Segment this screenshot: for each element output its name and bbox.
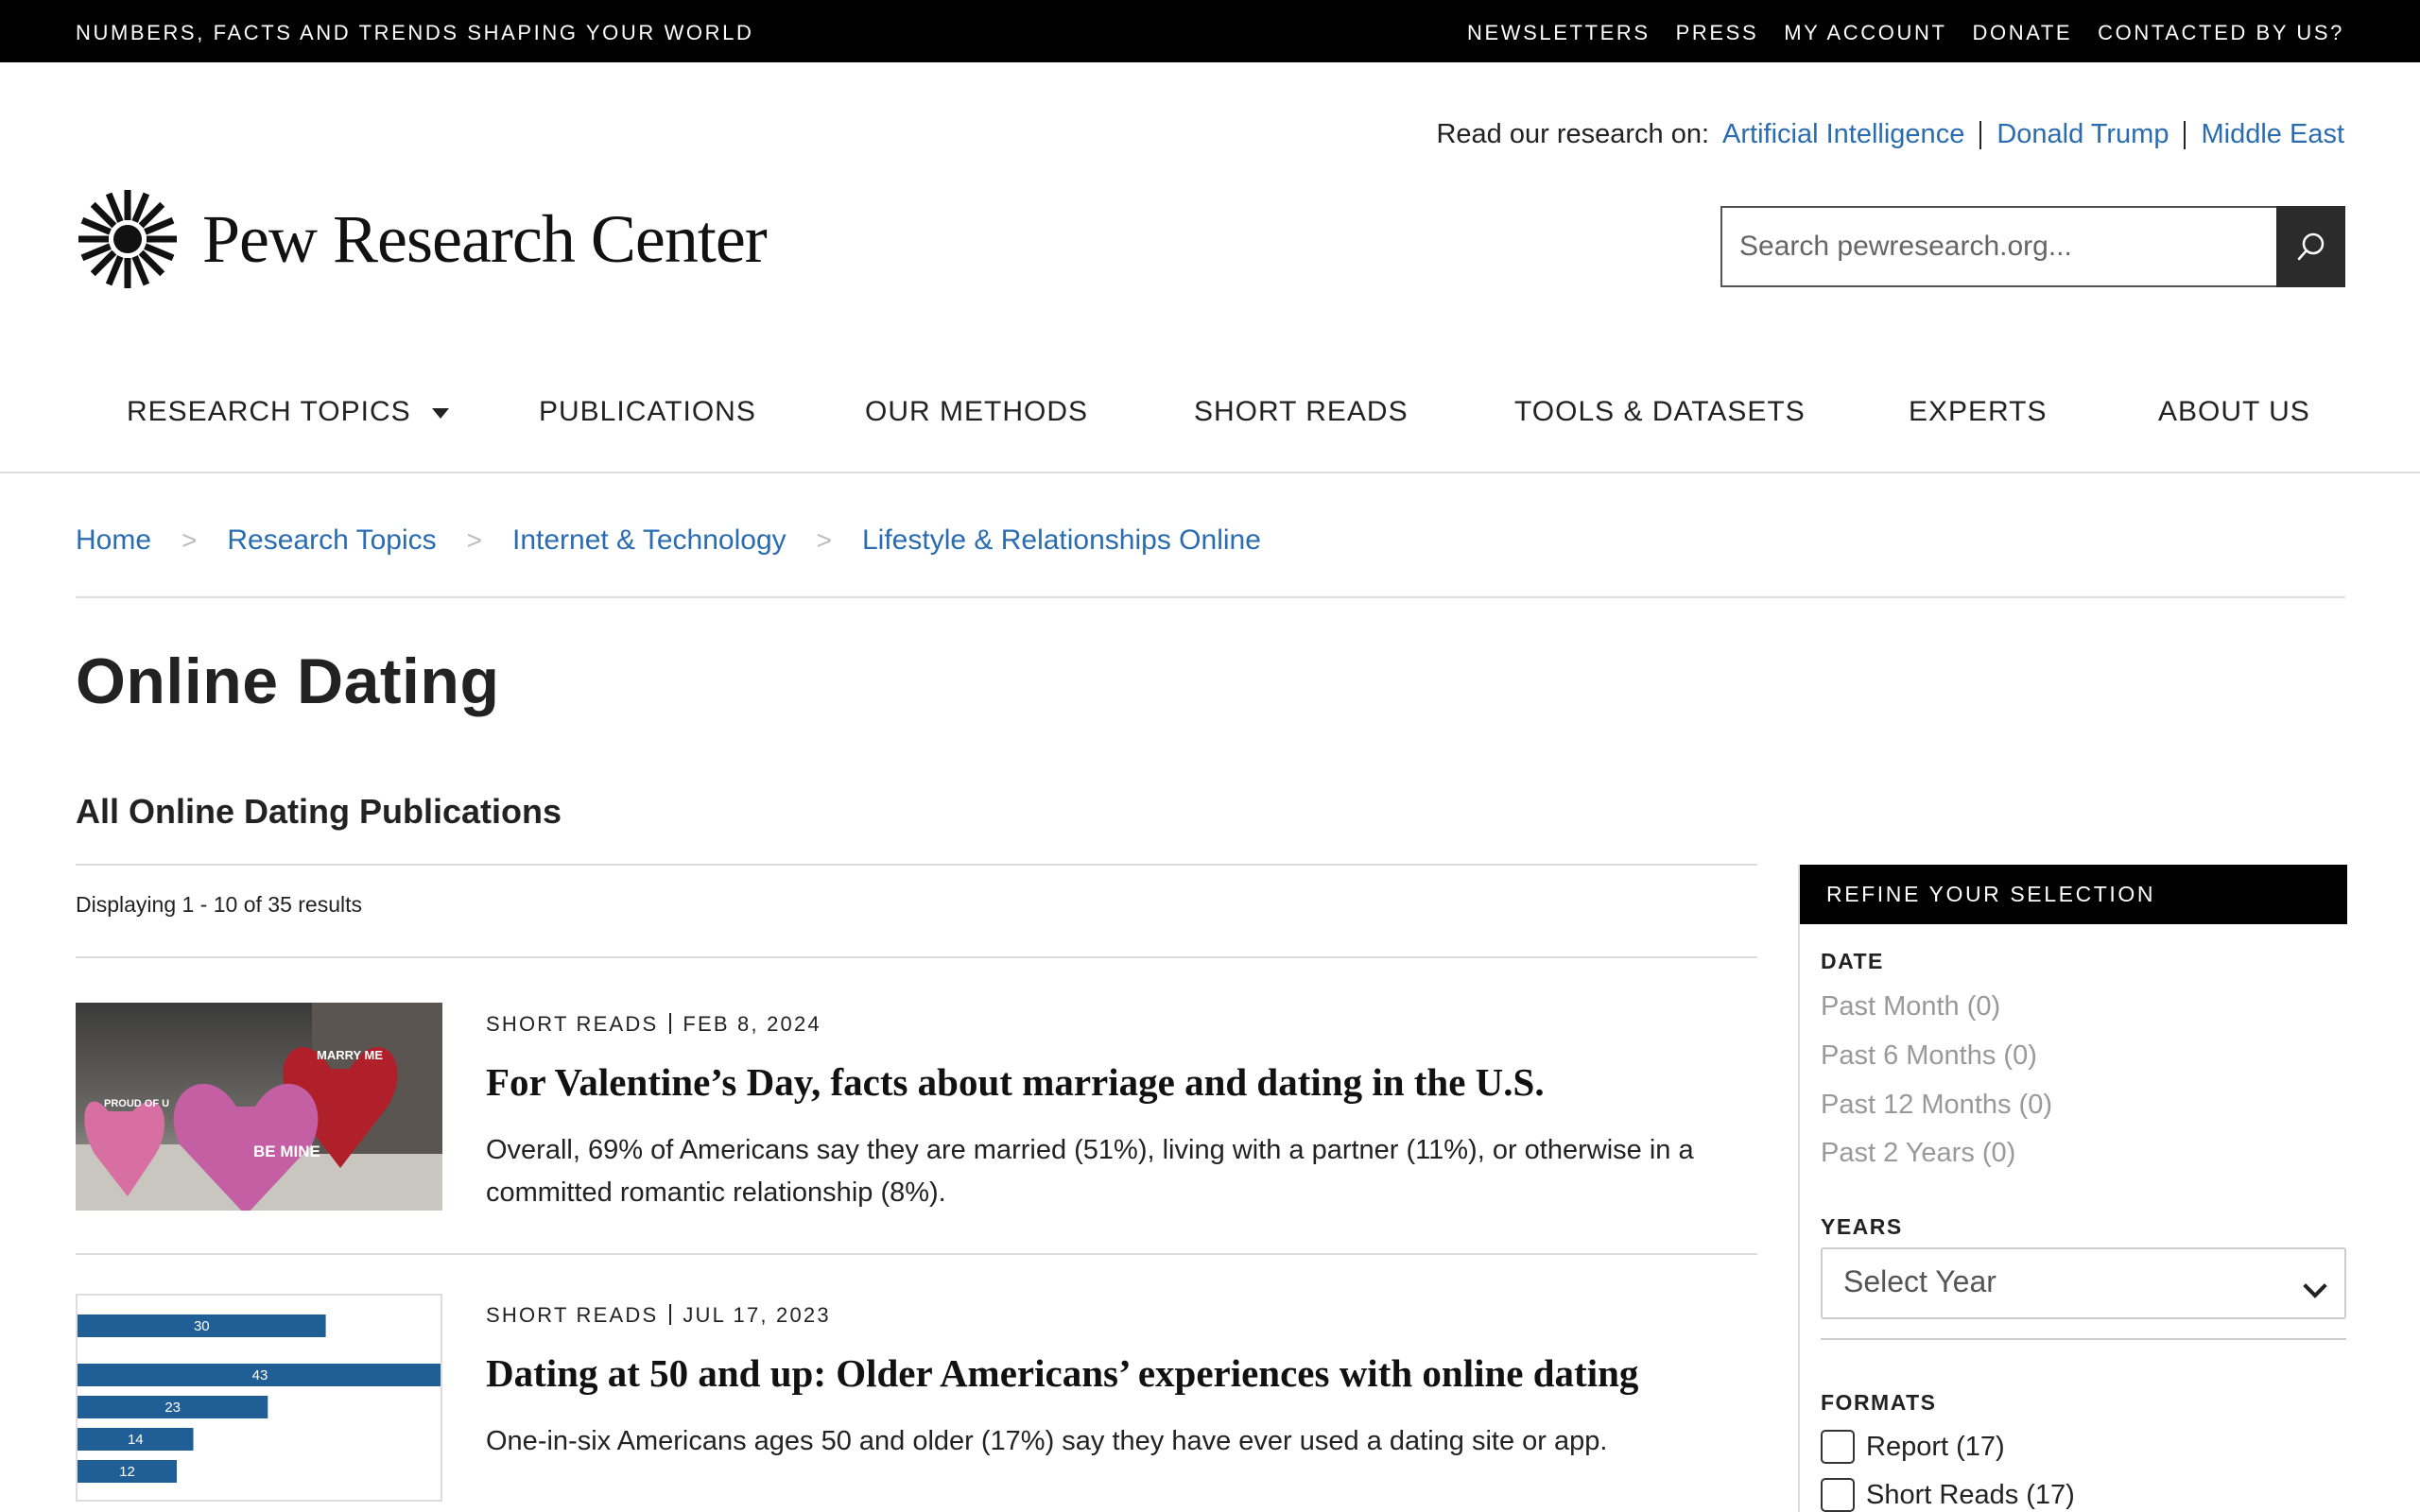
divider bbox=[76, 956, 1757, 958]
search-input[interactable] bbox=[1720, 206, 2276, 287]
divider bbox=[2184, 120, 2187, 149]
read-our-research: Read our research on: Artificial Intelli… bbox=[1436, 119, 2344, 150]
search-icon bbox=[2297, 232, 2324, 261]
site-logo[interactable]: Pew Research Center bbox=[76, 187, 768, 291]
format-label: Report (17) bbox=[1866, 1431, 2005, 1462]
nav-experts[interactable]: EXPERTS bbox=[1909, 396, 2048, 428]
pew-logo-icon bbox=[78, 190, 177, 288]
breadcrumb-home[interactable]: Home bbox=[76, 524, 151, 557]
bar-chart-thumbnail: 30 43 23 14 12 bbox=[78, 1314, 441, 1483]
year-select-value: Select Year bbox=[1843, 1264, 1996, 1298]
refine-sidebar: REFINE YOUR SELECTION DATE Past Month (0… bbox=[1798, 865, 2347, 1512]
breadcrumb-lifestyle-relationships[interactable]: Lifestyle & Relationships Online bbox=[862, 524, 1261, 557]
nav-our-methods[interactable]: OUR METHODS bbox=[865, 396, 1088, 428]
topic-link-trump[interactable]: Donald Trump bbox=[1996, 119, 2169, 150]
newsletters-link[interactable]: NEWSLETTERS bbox=[1467, 21, 1651, 45]
formats-filter-label: FORMATS bbox=[1821, 1390, 1937, 1415]
chart-bar-label: 14 bbox=[128, 1432, 144, 1448]
sidebar-heading: REFINE YOUR SELECTION bbox=[1800, 865, 2347, 924]
year-select[interactable]: Select Year bbox=[1821, 1247, 2346, 1319]
results-count: Displaying 1 - 10 of 35 results bbox=[76, 892, 362, 917]
result-meta: SHORT READS FEB 8, 2024 bbox=[486, 1012, 821, 1037]
logo-wordmark: Pew Research Center bbox=[202, 200, 768, 277]
date-option-past-month[interactable]: Past Month (0) bbox=[1821, 991, 2000, 1022]
topic-link-middle-east[interactable]: Middle East bbox=[2201, 119, 2344, 150]
nav-tools-datasets[interactable]: TOOLS & DATASETS bbox=[1514, 396, 1806, 428]
thumb-text: MARRY ME bbox=[317, 1048, 383, 1062]
divider bbox=[1821, 1338, 2346, 1340]
contacted-by-us-link[interactable]: CONTACTED BY US? bbox=[2098, 21, 2344, 45]
breadcrumb-separator: > bbox=[816, 525, 832, 555]
result-thumbnail[interactable]: MARRY ME PROUD OF U BE MINE bbox=[76, 1003, 442, 1211]
main-navigation: RESEARCH TOPICS PUBLICATIONS OUR METHODS… bbox=[0, 373, 2420, 473]
date-option-past-6-months[interactable]: Past 6 Months (0) bbox=[1821, 1040, 2037, 1072]
divider bbox=[669, 1013, 672, 1034]
valentine-hearts-image: MARRY ME PROUD OF U BE MINE bbox=[76, 1003, 442, 1211]
nav-publications[interactable]: PUBLICATIONS bbox=[539, 396, 756, 428]
caret-down-icon bbox=[431, 407, 449, 419]
breadcrumb-separator: > bbox=[466, 525, 482, 555]
result-thumbnail[interactable]: 30 43 23 14 12 bbox=[76, 1294, 442, 1502]
breadcrumb: Home > Research Topics > Internet & Tech… bbox=[76, 524, 1261, 557]
checkbox-icon[interactable] bbox=[1821, 1430, 1855, 1464]
breadcrumb-internet-technology[interactable]: Internet & Technology bbox=[512, 524, 786, 557]
result-date: FEB 8, 2024 bbox=[683, 1012, 821, 1036]
format-checkbox-report[interactable]: Report (17) bbox=[1821, 1430, 2005, 1464]
breadcrumb-separator: > bbox=[182, 525, 198, 555]
utility-links: NEWSLETTERS PRESS MY ACCOUNT DONATE CONT… bbox=[1467, 21, 2344, 45]
format-label: Short Reads (17) bbox=[1866, 1479, 2075, 1510]
thumb-text: PROUD OF U bbox=[104, 1098, 169, 1109]
divider bbox=[669, 1304, 672, 1325]
format-checkbox-short-reads[interactable]: Short Reads (17) bbox=[1821, 1478, 2075, 1512]
result-date: JUL 17, 2023 bbox=[683, 1303, 831, 1327]
result-meta: SHORT READS JUL 17, 2023 bbox=[486, 1303, 831, 1328]
search-button[interactable] bbox=[2276, 206, 2345, 287]
divider bbox=[76, 1253, 1757, 1255]
years-filter-label: YEARS bbox=[1821, 1214, 1903, 1239]
site-tagline: NUMBERS, FACTS AND TRENDS SHAPING YOUR W… bbox=[76, 21, 754, 44]
result-title[interactable]: Dating at 50 and up: Older Americans’ ex… bbox=[486, 1350, 1638, 1396]
chart-bar-label: 23 bbox=[164, 1400, 181, 1416]
chevron-down-icon bbox=[2303, 1274, 2327, 1298]
checkbox-icon[interactable] bbox=[1821, 1478, 1855, 1512]
utility-bar: NUMBERS, FACTS AND TRENDS SHAPING YOUR W… bbox=[0, 0, 2420, 62]
chart-bar-label: 43 bbox=[252, 1367, 268, 1383]
result-description: Overall, 69% of Americans say they are m… bbox=[486, 1135, 1694, 1208]
nav-research-topics[interactable]: RESEARCH TOPICS bbox=[127, 396, 449, 428]
result-type[interactable]: SHORT READS bbox=[486, 1012, 658, 1036]
list-item: 30 43 23 14 12 SHORT READS JUL 17, 2023 Datin… bbox=[76, 1294, 1757, 1512]
section-title: All Online Dating Publications bbox=[76, 792, 562, 831]
list-item: MARRY ME PROUD OF U BE MINE SHORT READS F… bbox=[76, 1003, 1757, 1220]
date-option-past-12-months[interactable]: Past 12 Months (0) bbox=[1821, 1090, 2052, 1121]
result-title[interactable]: For Valentine’s Day, facts about marriag… bbox=[486, 1059, 1545, 1105]
chart-bar-label: 12 bbox=[119, 1464, 135, 1480]
my-account-link[interactable]: MY ACCOUNT bbox=[1784, 21, 1946, 45]
nav-label: RESEARCH TOPICS bbox=[127, 396, 411, 427]
site-search bbox=[1720, 206, 2345, 287]
read-on-label: Read our research on: bbox=[1436, 119, 1710, 149]
nav-about-us[interactable]: ABOUT US bbox=[2158, 396, 2310, 428]
divider bbox=[1979, 120, 1982, 149]
divider bbox=[76, 596, 2345, 598]
date-filter-label: DATE bbox=[1821, 949, 1884, 973]
press-link[interactable]: PRESS bbox=[1676, 21, 1759, 45]
result-type[interactable]: SHORT READS bbox=[486, 1303, 658, 1327]
thumb-text: BE MINE bbox=[253, 1143, 320, 1160]
breadcrumb-research-topics[interactable]: Research Topics bbox=[227, 524, 436, 557]
topic-link-ai[interactable]: Artificial Intelligence bbox=[1722, 119, 1964, 150]
donate-link[interactable]: DONATE bbox=[1973, 21, 2073, 45]
chart-bar-label: 30 bbox=[194, 1318, 210, 1334]
date-option-past-2-years[interactable]: Past 2 Years (0) bbox=[1821, 1138, 2015, 1169]
nav-short-reads[interactable]: SHORT READS bbox=[1194, 396, 1409, 428]
page-title: Online Dating bbox=[76, 645, 500, 717]
divider bbox=[76, 864, 1757, 866]
result-description: One-in-six Americans ages 50 and older (… bbox=[486, 1426, 1608, 1456]
